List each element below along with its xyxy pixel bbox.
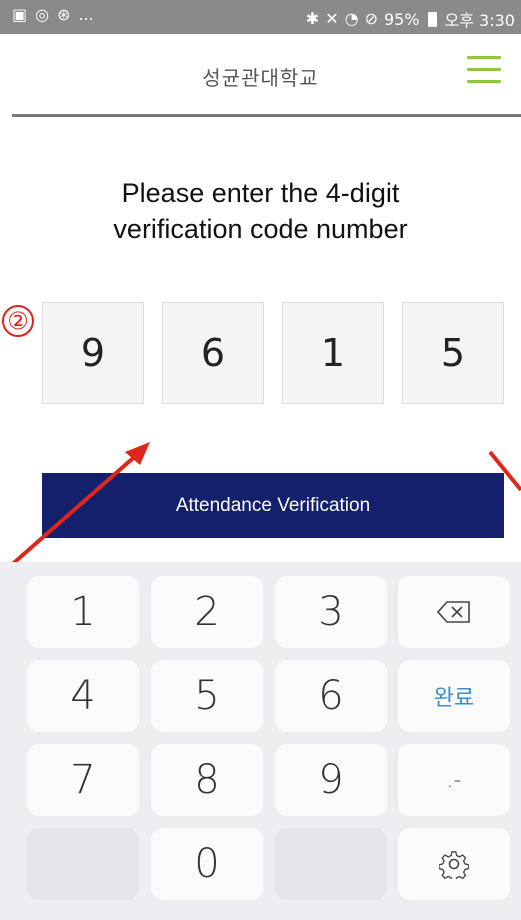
status-bar: ▣ ◎ ⊛ ... ✱ ✕ ◔ ⊘ 95% 오후 3:30: [0, 0, 521, 34]
key-5[interactable]: 5: [151, 660, 263, 732]
battery-percent: 95%: [383, 9, 420, 29]
hamburger-menu-icon[interactable]: [467, 56, 501, 86]
code-digit-4[interactable]: 5: [402, 302, 504, 404]
status-left: ▣ ◎ ⊛ ...: [12, 6, 94, 24]
bluetooth-icon: ✱: [305, 9, 320, 28]
numeric-keyboard: 1 2 3 4 5 6 완료 7 8 9 .- 0: [0, 562, 521, 920]
code-digit-3[interactable]: 1: [282, 302, 384, 404]
key-blank-left: [27, 828, 139, 900]
no-entry-icon: ⊘: [364, 9, 378, 28]
mute-icon: ✕: [325, 9, 339, 28]
app-header: 성균관대학교: [0, 34, 521, 112]
key-4[interactable]: 4: [27, 660, 139, 732]
key-2[interactable]: 2: [151, 576, 263, 648]
page-title: 성균관대학교: [202, 66, 319, 90]
key-0[interactable]: 0: [151, 828, 263, 900]
key-1[interactable]: 1: [27, 576, 139, 648]
step-annotation-badge: ②: [2, 305, 34, 337]
backspace-key[interactable]: [398, 576, 510, 648]
status-right: ✱ ✕ ◔ ⊘ 95% 오후 3:30: [306, 7, 515, 31]
header-divider: [12, 114, 521, 117]
punctuation-label: .-: [446, 767, 462, 793]
battery-icon: [427, 11, 437, 27]
settings-icon: [439, 851, 469, 879]
code-digit-1[interactable]: 9: [42, 302, 144, 404]
instruction-line-1: Please enter the 4-digit: [121, 178, 400, 208]
key-3[interactable]: 3: [275, 576, 387, 648]
image-icon: ▣: [12, 5, 28, 24]
key-6[interactable]: 6: [275, 660, 387, 732]
code-digit-2[interactable]: 6: [162, 302, 264, 404]
attendance-verification-button[interactable]: Attendance Verification: [42, 473, 504, 538]
instruction-line-2: verification code number: [113, 214, 408, 244]
punctuation-key[interactable]: .-: [398, 744, 510, 816]
app-icon: ⊛: [57, 5, 71, 24]
keyboard-settings-key[interactable]: [398, 828, 510, 900]
wifi-icon: ◔: [344, 9, 359, 28]
more-notifications: ...: [78, 5, 94, 24]
done-label: 완료: [433, 686, 475, 711]
clock: 오후 3:30: [444, 11, 515, 30]
done-key[interactable]: 완료: [398, 660, 510, 732]
key-blank-right: [275, 828, 387, 900]
key-9[interactable]: 9: [275, 744, 387, 816]
backspace-icon: [437, 601, 470, 623]
key-8[interactable]: 8: [151, 744, 263, 816]
key-7[interactable]: 7: [27, 744, 139, 816]
verification-code-input: 9 6 1 5: [42, 302, 504, 406]
instruction-text: Please enter the 4-digit verification co…: [0, 175, 521, 247]
circle-icon: ◎: [35, 5, 50, 24]
